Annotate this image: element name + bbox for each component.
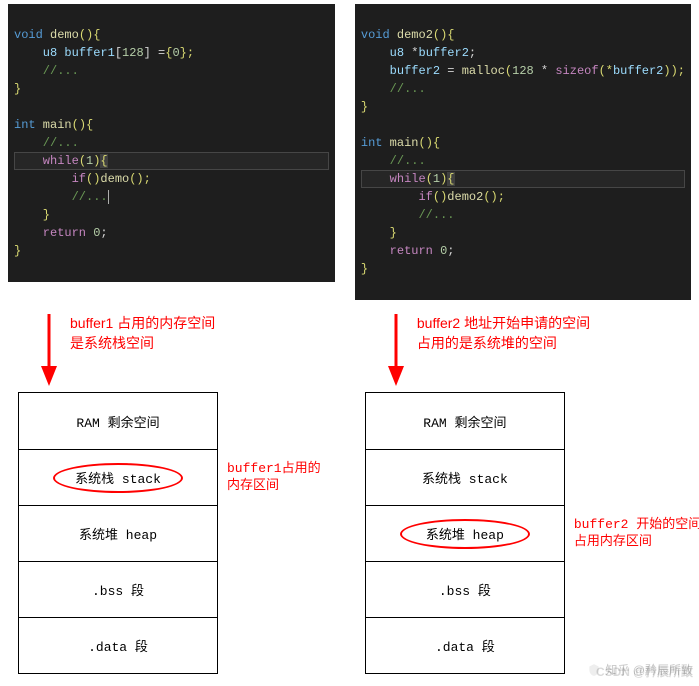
table-cell-stack: 系统栈 stack buffer1占用的 内存区间 [19,449,217,505]
left-arrow-annotation: buffer1 占用的内存空间 是系统栈空间 [70,314,215,353]
table-cell-stack: 系统栈 stack [366,449,564,505]
table-cell-data: .data 段 [366,617,564,673]
down-arrow-icon [385,314,407,386]
table-cell-heap: 系统堆 heap buffer2 开始的空间 占用内存区间 [366,505,564,561]
left-circle-annotation: buffer1占用的 内存区间 [227,461,367,495]
left-memory-table: RAM 剩余空间 系统栈 stack buffer1占用的 内存区间 系统堆 h… [18,392,218,674]
red-circle-icon [400,519,530,549]
down-arrow-icon [38,314,60,386]
table-cell-ram: RAM 剩余空间 [366,393,564,449]
red-circle-icon [53,463,183,493]
table-cell-bss: .bss 段 [19,561,217,617]
left-column: void demo(){ u8 buffer1[128] ={0}; //...… [8,4,335,674]
left-code-block: void demo(){ u8 buffer1[128] ={0}; //...… [8,4,335,282]
right-code-block: void demo2(){ u8 *buffer2; buffer2 = mal… [355,4,691,300]
right-arrow-annotation: buffer2 地址开始申请的空间 占用的是系统堆的空间 [417,314,590,353]
right-column: void demo2(){ u8 *buffer2; buffer2 = mal… [355,4,691,674]
table-cell-heap: 系统堆 heap [19,505,217,561]
right-memory-table: RAM 剩余空间 系统栈 stack 系统堆 heap buffer2 开始的空… [365,392,565,674]
table-cell-ram: RAM 剩余空间 [19,393,217,449]
table-cell-data: .data 段 [19,617,217,673]
keyword-void: void [14,28,43,42]
right-circle-annotation: buffer2 开始的空间 占用内存区间 [574,517,699,551]
table-cell-bss: .bss 段 [366,561,564,617]
